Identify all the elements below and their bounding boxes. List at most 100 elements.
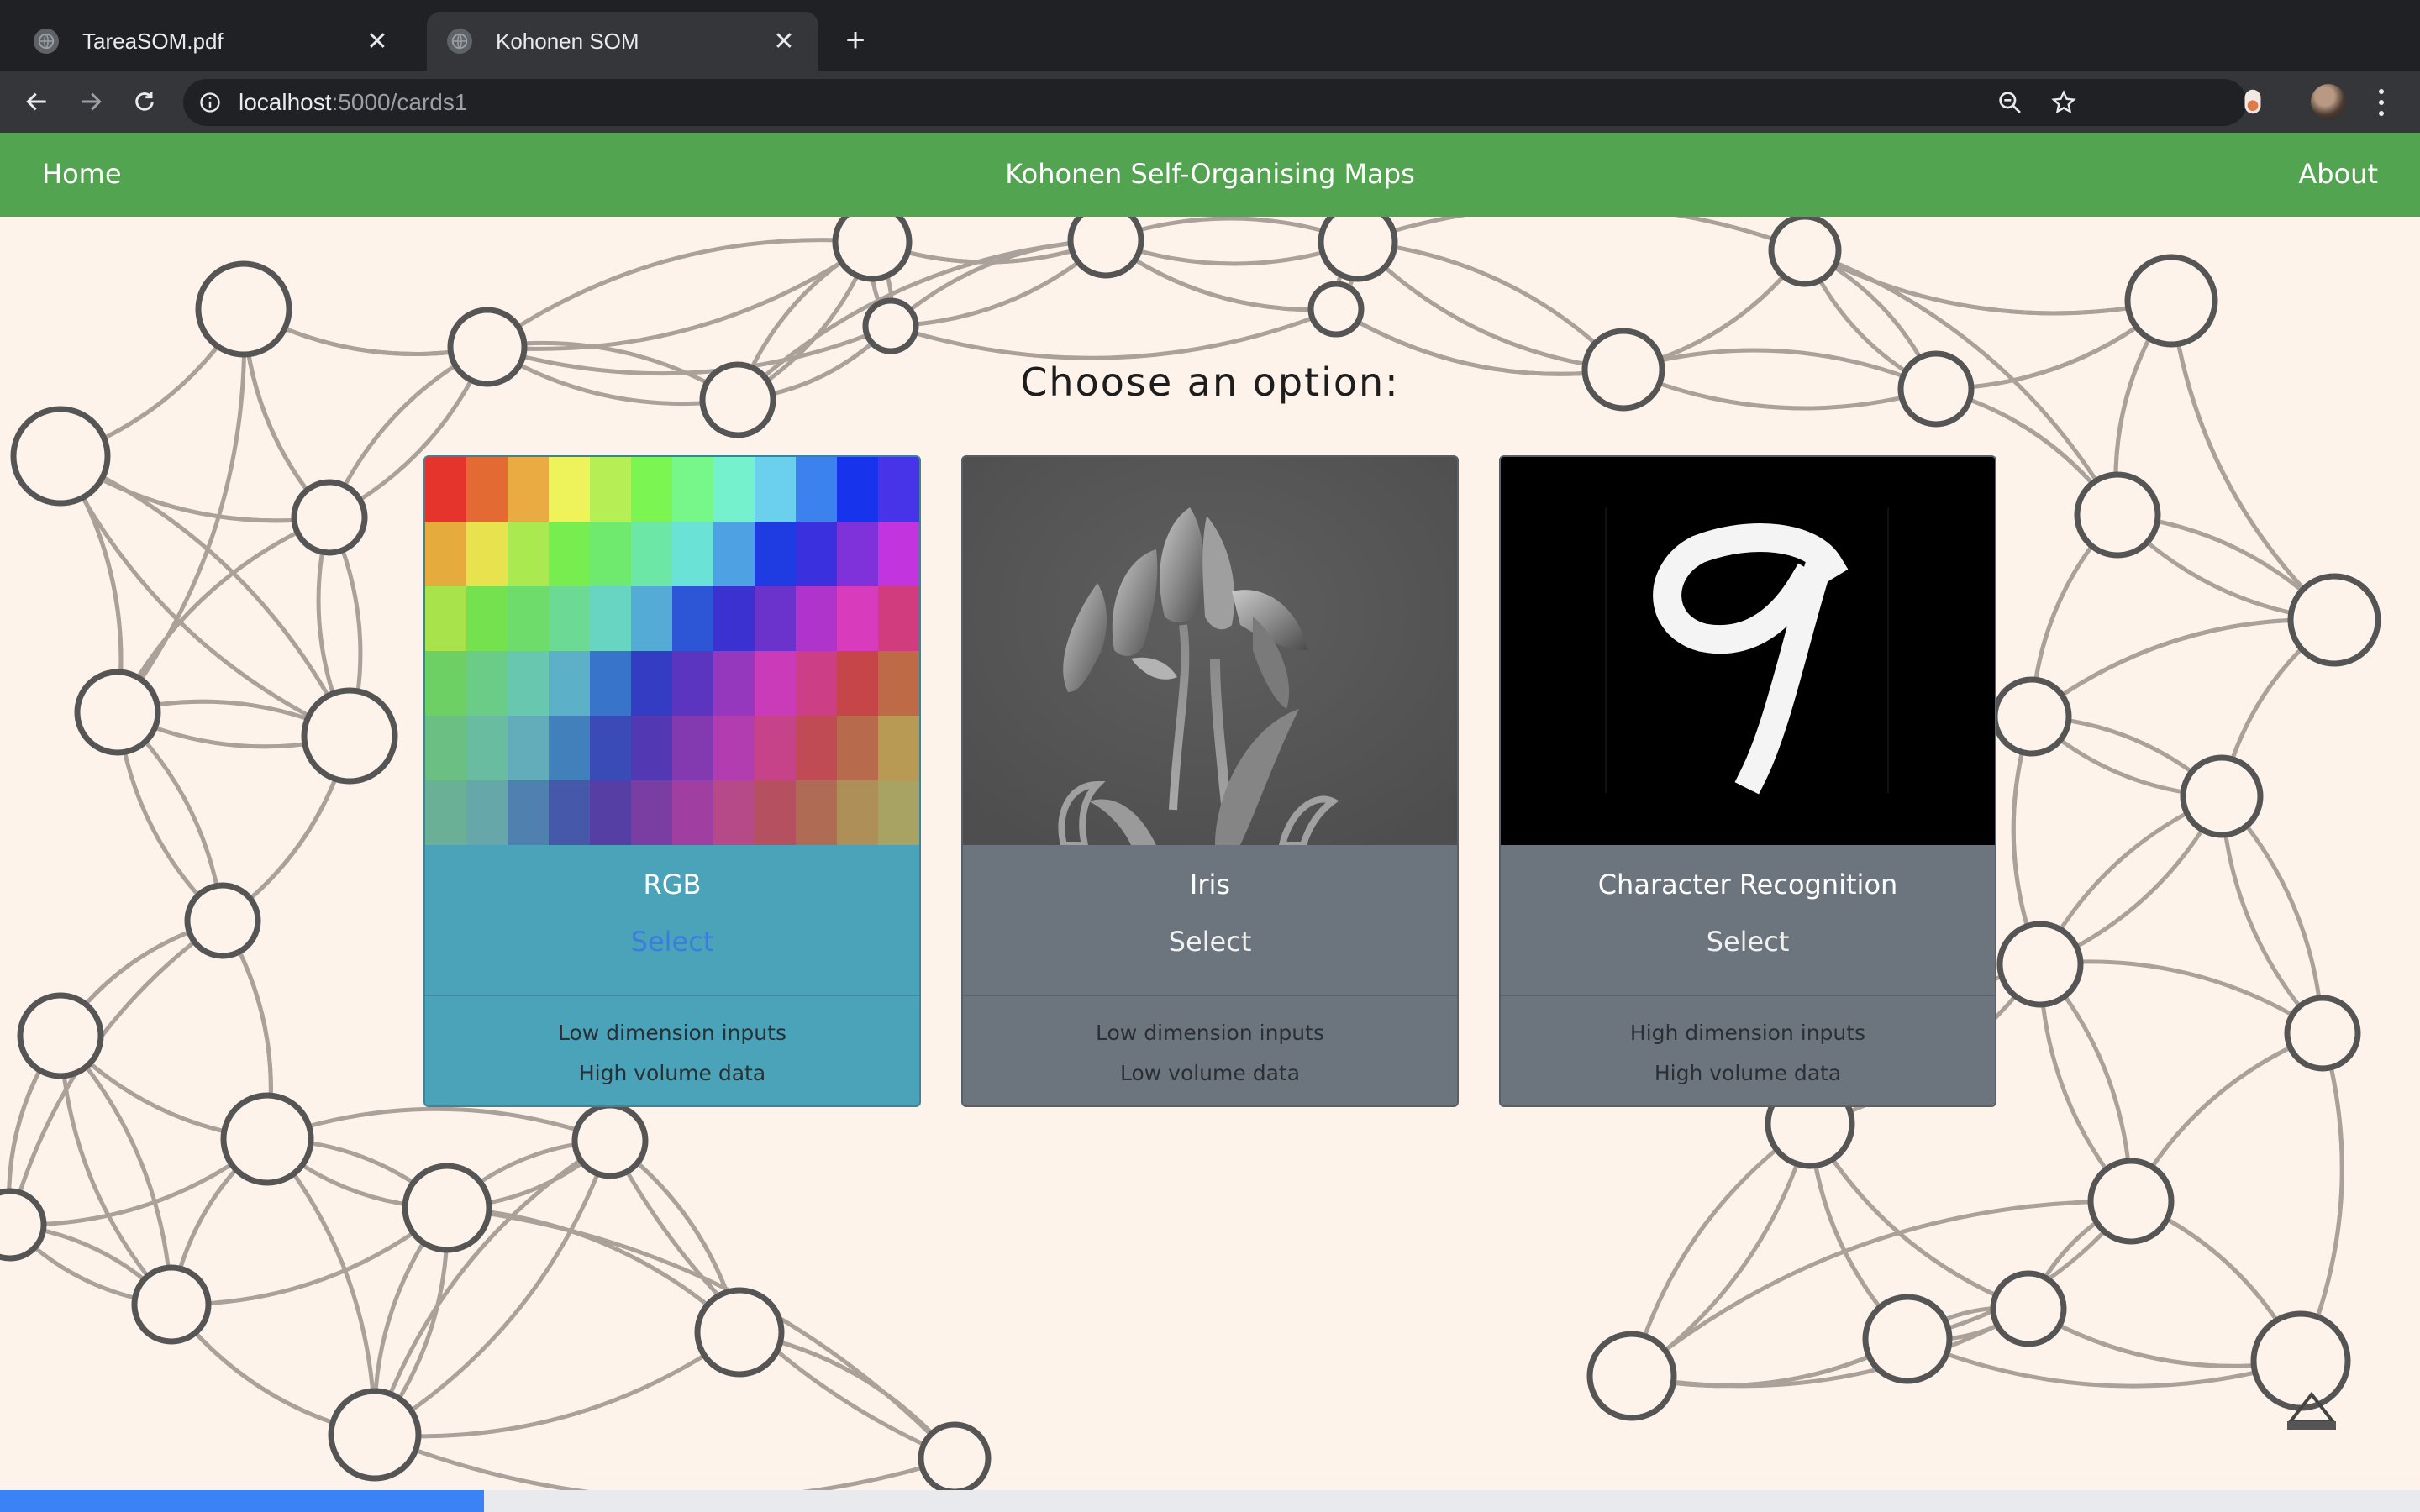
rgb-grid-cell xyxy=(755,780,796,845)
card-footer-line-2: High volume data xyxy=(1654,1061,1842,1085)
rgb-grid-cell xyxy=(755,457,796,522)
rgb-grid-cell xyxy=(425,586,466,651)
rgb-grid-cell xyxy=(878,586,919,651)
globe-icon xyxy=(34,29,59,54)
nav-about-link[interactable]: About xyxy=(2298,158,2378,190)
scroll-to-top-icon[interactable] xyxy=(2282,1378,2341,1436)
rgb-grid-cell xyxy=(508,780,549,845)
rgb-grid-cell xyxy=(837,522,878,586)
rgb-grid-cell xyxy=(672,651,713,716)
card-footer: Low dimension inputs High volume data xyxy=(425,995,919,1105)
rgb-grid-cell xyxy=(425,457,466,522)
rgb-color-grid xyxy=(425,457,919,845)
back-icon xyxy=(26,92,46,111)
forward-button[interactable] xyxy=(74,85,108,118)
progress-fill xyxy=(0,1490,484,1512)
rgb-grid-cell xyxy=(466,586,508,651)
rgb-grid-cell xyxy=(837,716,878,780)
address-bar[interactable]: localhost:5000/cards1 xyxy=(183,79,2247,126)
rgb-grid-cell xyxy=(549,522,590,586)
card-title: Iris xyxy=(1189,869,1231,900)
star-icon[interactable] xyxy=(2050,89,2077,116)
close-tab-icon[interactable]: ✕ xyxy=(363,27,392,56)
rgb-grid-cell xyxy=(508,586,549,651)
browser-tab-kohonen-som[interactable]: Kohonen SOM ✕ xyxy=(427,12,818,71)
close-tab-icon[interactable]: ✕ xyxy=(770,27,798,56)
select-character-recognition-button[interactable]: Select xyxy=(1501,926,1995,958)
card-rgb[interactable]: RGB Select Low dimension inputs High vol… xyxy=(424,455,921,1107)
top-navbar: Home Kohonen Self-Organising Maps About xyxy=(0,133,2420,217)
rgb-grid-cell xyxy=(796,780,837,845)
rgb-grid-cell xyxy=(713,586,755,651)
rgb-grid-cell xyxy=(796,716,837,780)
globe-icon xyxy=(447,29,472,54)
rgb-grid-cell xyxy=(672,586,713,651)
card-footer: Low dimension inputs Low volume data xyxy=(963,995,1457,1105)
back-button[interactable] xyxy=(20,85,54,118)
url-path: :5000/cards1 xyxy=(331,89,468,115)
zoom-icon[interactable] xyxy=(1996,89,2023,116)
url-text: localhost:5000/cards1 xyxy=(239,89,467,116)
card-footer-line-1: Low dimension inputs xyxy=(558,1021,786,1045)
rgb-grid-cell xyxy=(631,457,672,522)
rgb-grid-cell xyxy=(425,522,466,586)
rgb-grid-cell xyxy=(631,522,672,586)
rgb-grid-cell xyxy=(425,780,466,845)
reload-icon xyxy=(135,92,154,111)
rgb-grid-cell xyxy=(672,522,713,586)
card-character-recognition[interactable]: Character Recognition Select High dimens… xyxy=(1499,455,1996,1107)
card-title: Character Recognition xyxy=(1597,869,1898,900)
rgb-grid-cell xyxy=(466,780,508,845)
rgb-grid-cell xyxy=(508,457,549,522)
rgb-grid-cell xyxy=(713,457,755,522)
select-iris-button[interactable]: Select xyxy=(963,926,1457,958)
rgb-grid-cell xyxy=(796,586,837,651)
rgb-grid-cell xyxy=(837,586,878,651)
reload-button[interactable] xyxy=(128,85,161,118)
rgb-grid-cell xyxy=(713,780,755,845)
card-body: Iris Select xyxy=(963,845,1457,995)
rgb-grid-cell xyxy=(590,651,631,716)
card-footer-line-2: Low volume data xyxy=(1119,1061,1301,1085)
rgb-grid-cell xyxy=(466,716,508,780)
rgb-grid-cell xyxy=(755,651,796,716)
rgb-grid-cell xyxy=(466,651,508,716)
browser-tab-tareasom[interactable]: TareaSOM.pdf ✕ xyxy=(13,12,412,71)
menu-icon[interactable] xyxy=(2368,86,2395,119)
rgb-grid-cell xyxy=(425,651,466,716)
rgb-grid-cell xyxy=(508,522,549,586)
page-content: Home Kohonen Self-Organising Maps About … xyxy=(0,133,2420,1490)
browser-toolbar: localhost:5000/cards1 xyxy=(0,71,2420,133)
rgb-grid-cell xyxy=(590,457,631,522)
rgb-grid-cell xyxy=(837,780,878,845)
rgb-grid-cell xyxy=(631,780,672,845)
rgb-grid-cell xyxy=(549,780,590,845)
rgb-grid-cell xyxy=(713,716,755,780)
info-icon[interactable] xyxy=(198,91,222,114)
rgb-grid-cell xyxy=(590,522,631,586)
rgb-grid-cell xyxy=(631,586,672,651)
extension-icon[interactable] xyxy=(2237,86,2269,118)
card-body: RGB Select xyxy=(425,845,919,995)
avatar[interactable] xyxy=(2311,84,2346,119)
rgb-grid-cell xyxy=(590,586,631,651)
rgb-grid-cell xyxy=(672,716,713,780)
page-load-progress xyxy=(0,1490,2420,1512)
card-footer-line-1: Low dimension inputs xyxy=(1096,1021,1324,1045)
card-iris[interactable]: Iris Select Low dimension inputs Low vol… xyxy=(961,455,1459,1107)
rgb-grid-cell xyxy=(796,522,837,586)
rgb-grid-cell xyxy=(755,586,796,651)
rgb-grid-cell xyxy=(878,522,919,586)
page-heading: Choose an option: xyxy=(1020,360,1400,405)
rgb-grid-cell xyxy=(713,522,755,586)
rgb-grid-cell xyxy=(631,716,672,780)
card-title: RGB xyxy=(643,869,702,900)
select-rgb-button[interactable]: Select xyxy=(425,926,919,958)
card-footer-line-2: High volume data xyxy=(578,1061,766,1085)
rgb-grid-cell xyxy=(796,651,837,716)
rgb-grid-cell xyxy=(878,716,919,780)
new-tab-button[interactable]: + xyxy=(835,20,876,60)
nav-title: Kohonen Self-Organising Maps xyxy=(1005,158,1415,190)
rgb-grid-cell xyxy=(466,457,508,522)
browser-tab-bar: TareaSOM.pdf ✕ Kohonen SOM ✕ + xyxy=(0,0,2420,71)
